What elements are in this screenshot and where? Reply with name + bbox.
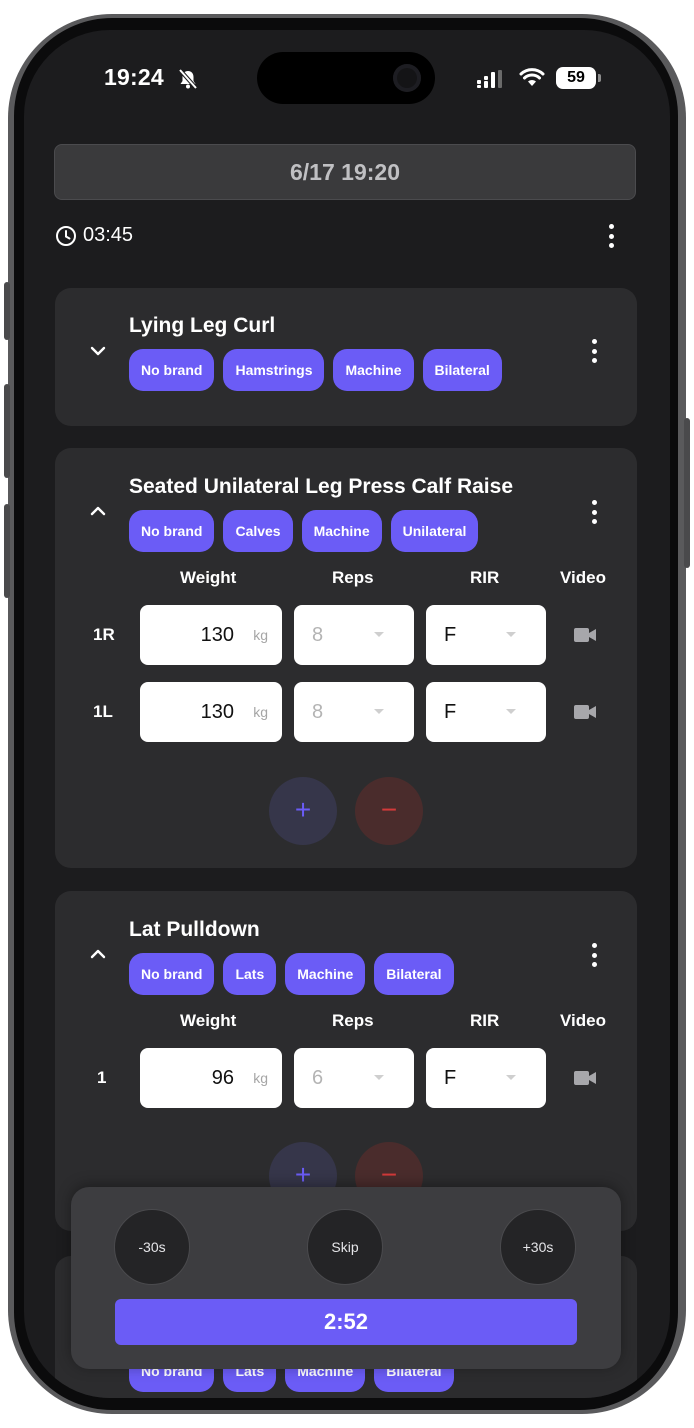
exercise-card: Seated Unilateral Leg Press Calf Raise N… bbox=[55, 448, 637, 868]
set-label: 1 bbox=[97, 1068, 107, 1087]
column-header-video: Video bbox=[560, 568, 606, 587]
exercise-name: Seated Unilateral Leg Press Calf Raise bbox=[129, 475, 513, 498]
reps-select[interactable]: 6 bbox=[294, 1048, 414, 1108]
rir-value: F bbox=[444, 624, 457, 646]
rir-value: F bbox=[444, 701, 457, 723]
weight-value: 130 bbox=[200, 624, 234, 646]
tag-muscle[interactable]: Calves bbox=[223, 510, 293, 552]
volume-up-button bbox=[4, 384, 10, 478]
exercise-tags: No brand Lats Machine Bilateral bbox=[129, 953, 454, 995]
chevron-down-icon[interactable] bbox=[89, 342, 107, 360]
caret-down-icon bbox=[374, 709, 384, 714]
tag-laterality[interactable]: Bilateral bbox=[374, 953, 454, 995]
exercise-menu-kebab-icon[interactable] bbox=[584, 336, 604, 366]
column-header-weight: Weight bbox=[180, 1011, 237, 1030]
front-camera bbox=[393, 64, 421, 92]
weight-input[interactable]: 130 kg bbox=[140, 605, 282, 665]
exercise-tags: No brand Hamstrings Machine Bilateral bbox=[129, 349, 502, 391]
workout-menu-kebab-icon[interactable] bbox=[601, 221, 621, 251]
clock-icon bbox=[56, 226, 76, 246]
app-screen: 19:24 59 6/17 19:20 03:45 Lying Leg Curl… bbox=[24, 30, 670, 1398]
rest-countdown-bar[interactable]: 2:52 bbox=[115, 1299, 577, 1345]
bell-slash-icon bbox=[178, 68, 198, 90]
exercise-card: Lying Leg Curl No brand Hamstrings Machi… bbox=[55, 288, 637, 426]
weight-input[interactable]: 130 kg bbox=[140, 682, 282, 742]
column-header-reps: Reps bbox=[332, 1011, 374, 1030]
caret-down-icon bbox=[506, 709, 516, 714]
set-label: 1L bbox=[93, 702, 113, 721]
tag-equipment[interactable]: Machine bbox=[285, 953, 366, 995]
action-button bbox=[4, 282, 10, 340]
tag-equipment[interactable]: Machine bbox=[333, 349, 414, 391]
plus-30s-button[interactable]: +30s bbox=[500, 1209, 576, 1285]
chevron-up-icon[interactable] bbox=[89, 945, 107, 963]
battery-indicator: 59 bbox=[556, 67, 596, 89]
skip-rest-button[interactable]: Skip bbox=[307, 1209, 383, 1285]
reps-value: 8 bbox=[312, 701, 324, 723]
video-camera-icon[interactable] bbox=[573, 703, 597, 721]
power-button bbox=[684, 418, 690, 568]
exercise-menu-kebab-icon[interactable] bbox=[584, 940, 604, 970]
minus-30s-button[interactable]: -30s bbox=[114, 1209, 190, 1285]
battery-tip bbox=[598, 74, 601, 82]
add-set-button[interactable]: + bbox=[269, 777, 337, 845]
reps-value: 8 bbox=[312, 624, 324, 646]
status-time: 19:24 bbox=[104, 64, 164, 90]
rir-select[interactable]: F bbox=[426, 605, 546, 665]
weight-value: 96 bbox=[211, 1067, 234, 1089]
tag-equipment[interactable]: Machine bbox=[301, 510, 382, 552]
column-header-weight: Weight bbox=[180, 568, 237, 587]
caret-down-icon bbox=[506, 1075, 516, 1080]
weight-unit: kg bbox=[253, 627, 268, 643]
workout-title-field[interactable]: 6/17 19:20 bbox=[54, 144, 636, 200]
exercise-name: Lat Pulldown bbox=[129, 918, 260, 941]
tag-muscle[interactable]: Hamstrings bbox=[223, 349, 325, 391]
weight-input[interactable]: 96 kg bbox=[140, 1048, 282, 1108]
exercise-card: Lat Pulldown No brand Lats Machine Bilat… bbox=[55, 891, 637, 1231]
weight-unit: kg bbox=[253, 704, 268, 720]
caret-down-icon bbox=[374, 1075, 384, 1080]
video-camera-icon[interactable] bbox=[573, 1069, 597, 1087]
wifi-icon bbox=[519, 68, 545, 86]
rir-select[interactable]: F bbox=[426, 682, 546, 742]
exercise-name: Lying Leg Curl bbox=[129, 314, 276, 337]
rir-value: F bbox=[444, 1067, 457, 1089]
weight-unit: kg bbox=[253, 1070, 268, 1086]
remove-set-button[interactable]: − bbox=[355, 777, 423, 845]
reps-select[interactable]: 8 bbox=[294, 682, 414, 742]
set-label: 1R bbox=[93, 625, 115, 644]
weight-value: 130 bbox=[200, 701, 234, 723]
column-header-reps: Reps bbox=[332, 568, 374, 587]
exercise-tags: No brand Calves Machine Unilateral bbox=[129, 510, 479, 552]
chevron-up-icon[interactable] bbox=[89, 502, 107, 520]
elapsed-time: 03:45 bbox=[83, 224, 134, 246]
cellular-signal-icon bbox=[477, 70, 502, 88]
caret-down-icon bbox=[506, 632, 516, 637]
rest-timer-panel: -30s Skip +30s 2:52 bbox=[71, 1187, 621, 1369]
dynamic-island bbox=[257, 52, 435, 104]
volume-down-button bbox=[4, 504, 10, 598]
exercise-menu-kebab-icon[interactable] bbox=[584, 497, 604, 527]
caret-down-icon bbox=[374, 632, 384, 637]
rir-select[interactable]: F bbox=[426, 1048, 546, 1108]
tag-laterality[interactable]: Unilateral bbox=[390, 510, 479, 552]
tag-brand[interactable]: No brand bbox=[129, 510, 215, 552]
column-header-video: Video bbox=[560, 1011, 606, 1030]
column-header-rir: RIR bbox=[470, 1011, 500, 1030]
tag-brand[interactable]: No brand bbox=[129, 953, 215, 995]
tag-muscle[interactable]: Lats bbox=[223, 953, 277, 995]
video-camera-icon[interactable] bbox=[573, 626, 597, 644]
reps-value: 6 bbox=[312, 1067, 324, 1089]
tag-brand[interactable]: No brand bbox=[129, 349, 215, 391]
reps-select[interactable]: 8 bbox=[294, 605, 414, 665]
tag-laterality[interactable]: Bilateral bbox=[422, 349, 502, 391]
column-header-rir: RIR bbox=[470, 568, 500, 587]
